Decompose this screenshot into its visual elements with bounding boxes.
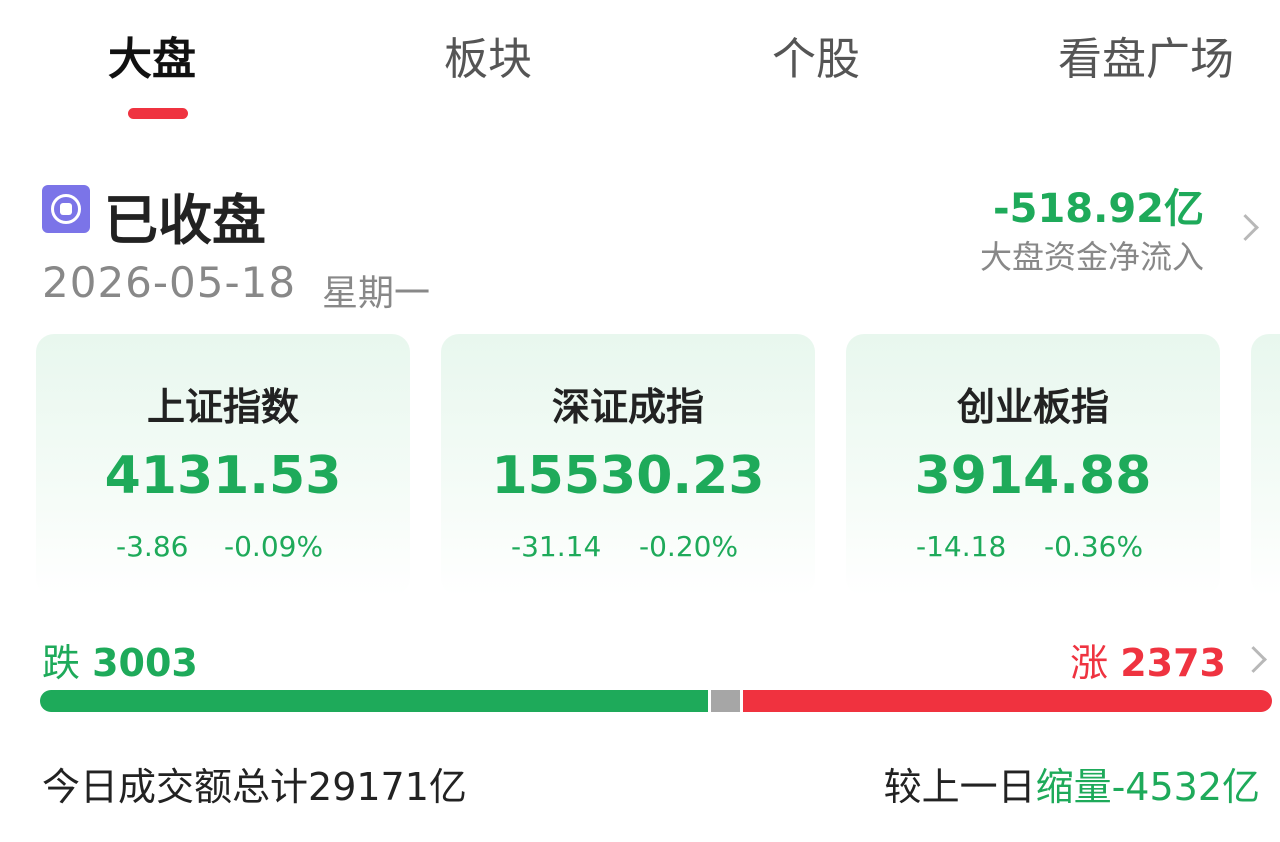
index-card-shanghai[interactable]: 上证指数 4131.53 -3.86 -0.09% (36, 334, 410, 596)
trade-weekday: 星期一 (322, 273, 431, 314)
advancers-count[interactable]: 涨 2373 (1070, 632, 1226, 687)
decliners-label: 跌 (42, 641, 81, 685)
index-card-shenzhen[interactable]: 深证成指 15530.23 -31.14 -0.20% (441, 334, 815, 596)
trade-date: 2026-05-18 (42, 258, 297, 307)
turnover-total: 今日成交额总计29171亿 (42, 756, 467, 811)
index-card-partial[interactable] (1251, 334, 1280, 596)
market-overview-page: 大盘 板块 个股 看盘广场 已收盘 2026-05-18 星期一 -518.92… (0, 0, 1280, 842)
advancers-label: 涨 (1070, 641, 1109, 685)
turnover-value: 29171亿 (308, 765, 467, 809)
turnover-compare-label: 较上一日 (883, 765, 1036, 809)
index-change: -14.18 (916, 530, 1007, 563)
index-name: 上证指数 (146, 385, 299, 429)
turnover-label: 今日成交额总计 (42, 765, 309, 809)
market-closed-icon (42, 185, 90, 233)
turnover-compare-value: 缩量-4532亿 (1035, 765, 1260, 809)
chevron-right-icon[interactable] (1232, 214, 1259, 241)
index-change-pct: -0.20% (639, 530, 739, 563)
advancers-value: 2373 (1120, 641, 1226, 685)
breadth-bar-down (40, 690, 708, 712)
index-change-pct: -0.09% (224, 530, 324, 563)
index-change-pct: -0.36% (1044, 530, 1144, 563)
tab-market[interactable]: 大盘 (108, 30, 196, 90)
index-name: 创业板指 (956, 385, 1109, 429)
decliners-value: 3003 (92, 641, 198, 685)
tab-stocks[interactable]: 个股 (772, 30, 860, 90)
index-value: 4131.53 (104, 446, 342, 506)
breadth-bar-flat (711, 690, 740, 712)
net-flow-value[interactable]: -518.92亿 (993, 176, 1204, 234)
tab-market-square[interactable]: 看盘广场 (1058, 30, 1234, 90)
turnover-compare: 较上一日缩量-4532亿 (884, 756, 1260, 811)
decliners-count: 跌 3003 (42, 632, 198, 687)
market-status: 已收盘 (104, 189, 266, 252)
tab-sectors[interactable]: 板块 (444, 30, 532, 90)
index-value: 3914.88 (914, 446, 1152, 506)
index-change: -31.14 (511, 530, 602, 563)
index-change: -3.86 (116, 530, 189, 563)
index-name: 深证成指 (551, 385, 704, 429)
index-value: 15530.23 (491, 446, 765, 506)
breadth-bar-up (743, 690, 1272, 712)
index-card-chinext[interactable]: 创业板指 3914.88 -14.18 -0.36% (846, 334, 1220, 596)
active-tab-indicator (128, 108, 188, 119)
chevron-right-icon[interactable] (1240, 646, 1267, 673)
net-flow-label: 大盘资金净流入 (979, 238, 1204, 276)
